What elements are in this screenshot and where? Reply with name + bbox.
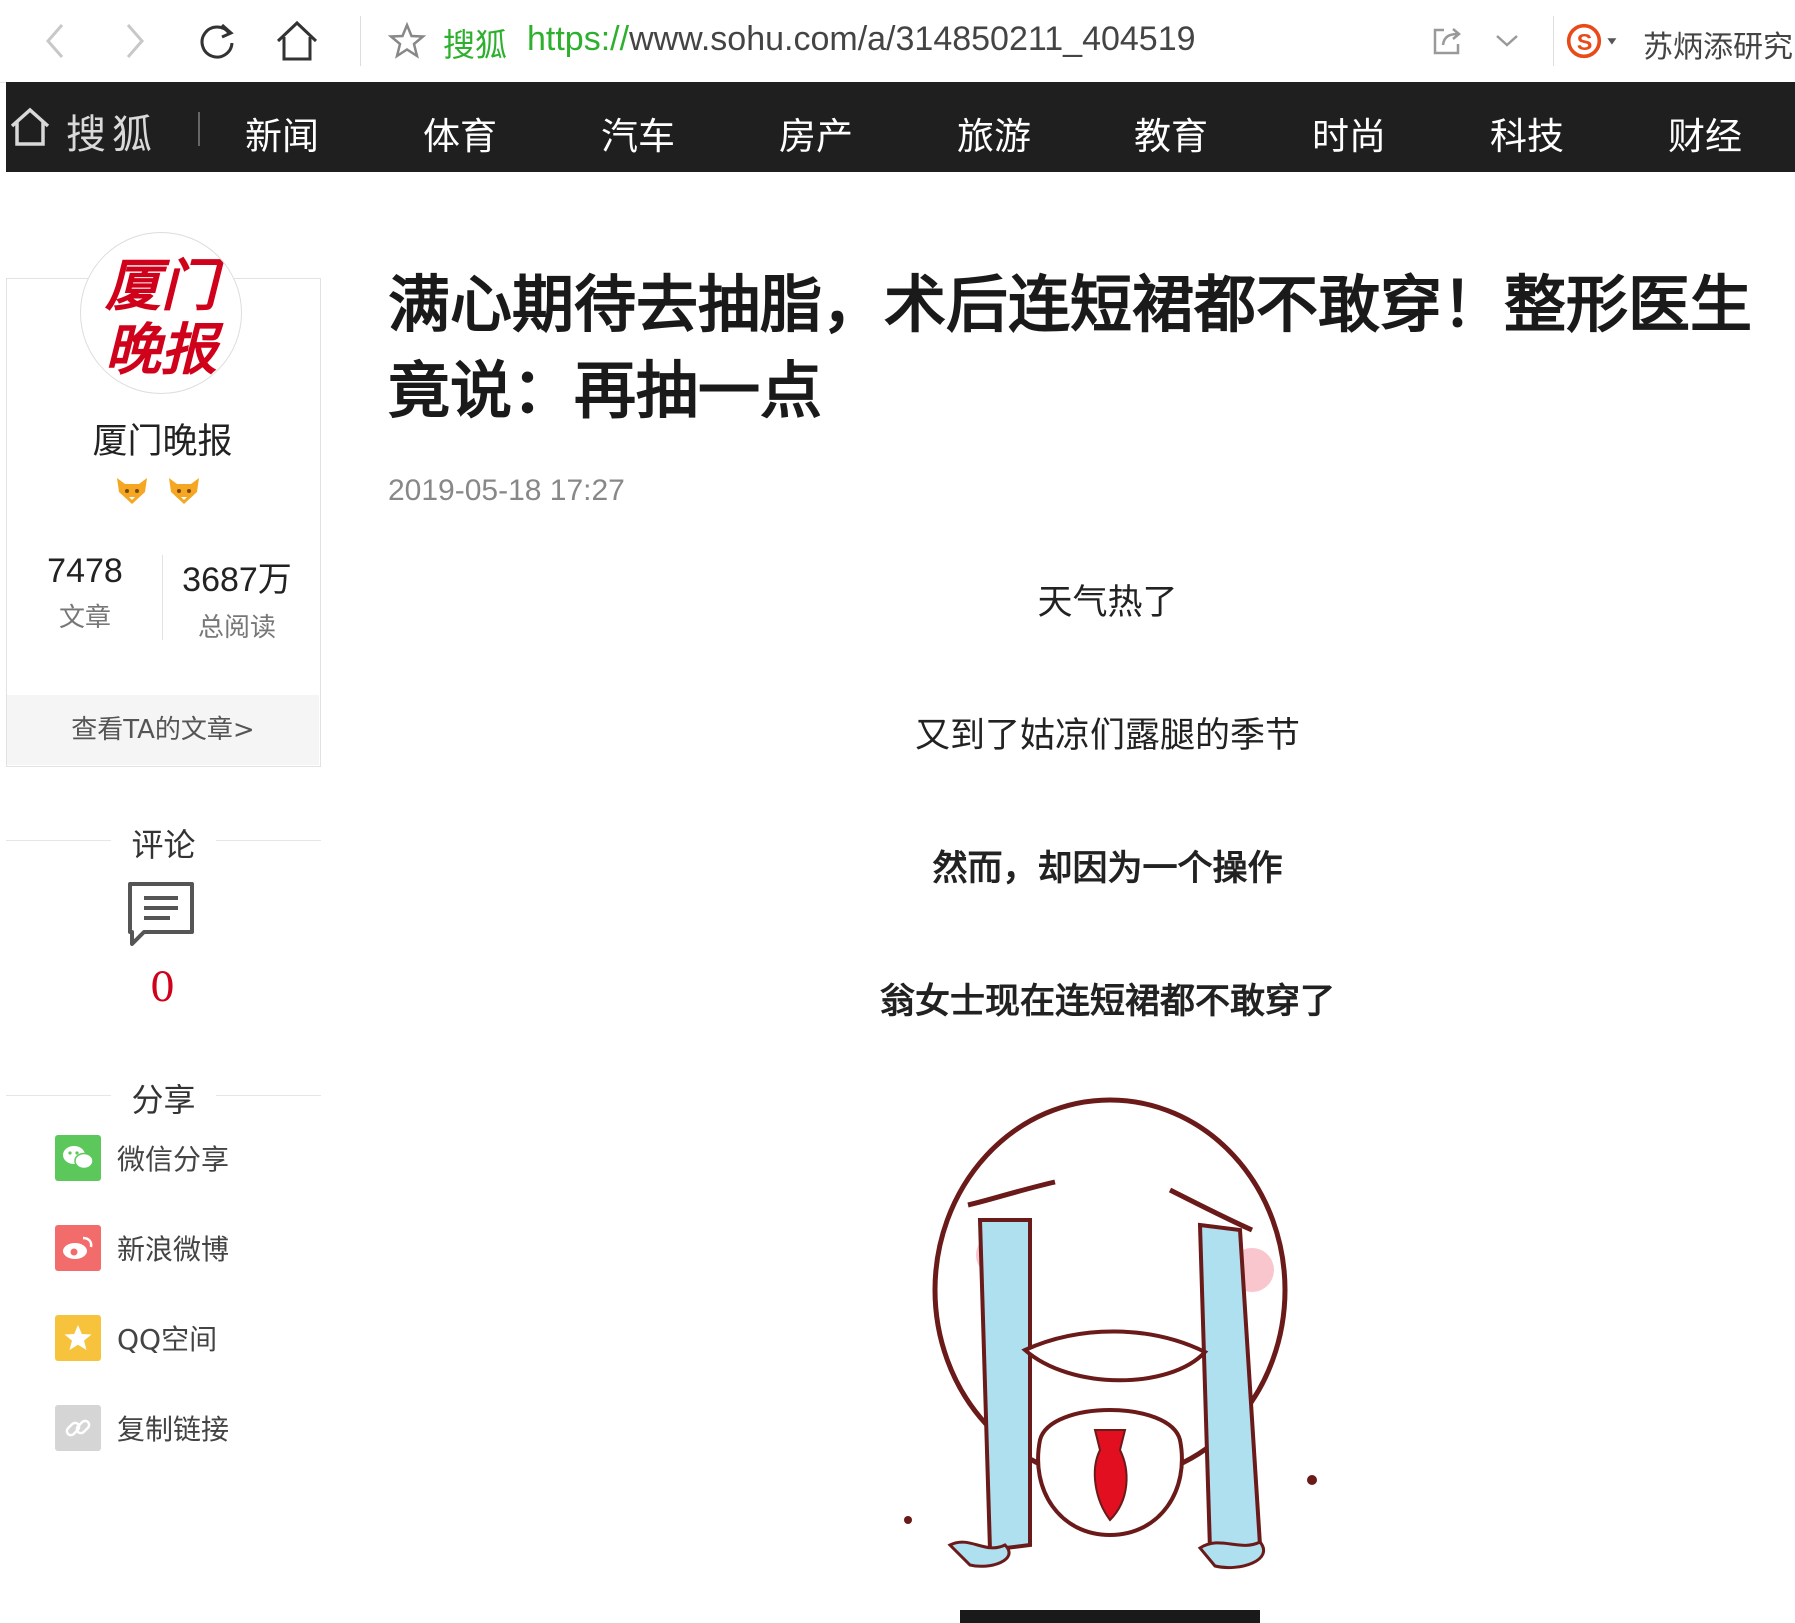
articles-stat: 7478 文章 xyxy=(10,552,160,634)
article-paragraph: 天气热了 xyxy=(1037,583,1178,623)
reload-button[interactable] xyxy=(190,14,244,68)
fox-badge-icon xyxy=(117,478,147,504)
qzone-icon xyxy=(55,1315,101,1361)
reload-icon xyxy=(200,23,234,59)
sogou-logo-icon: S xyxy=(1566,23,1617,59)
share-qzone[interactable]: QQ空间 xyxy=(55,1315,217,1361)
share-wechat[interactable]: 微信分享 xyxy=(55,1135,229,1181)
avatar-text-line1: 厦门 xyxy=(104,253,225,319)
toolbar-divider xyxy=(1553,16,1554,66)
share-icon xyxy=(1433,28,1461,55)
nav-item-sports[interactable]: 体育 xyxy=(423,106,497,160)
publish-time: 2019-05-18 17:27 xyxy=(388,474,625,507)
comments-heading-text: 评论 xyxy=(131,826,196,864)
share-page-button[interactable] xyxy=(1420,14,1474,68)
nav-item-travel[interactable]: 旅游 xyxy=(957,106,1031,160)
divider-line xyxy=(216,840,321,841)
bookmark-button[interactable] xyxy=(380,14,434,68)
address-bar[interactable]: https://www.sohu.com/a/314850211_404519 xyxy=(527,20,1196,59)
share-weibo[interactable]: 新浪微博 xyxy=(55,1225,229,1271)
star-icon xyxy=(387,21,427,59)
chevron-down-icon xyxy=(1496,35,1518,47)
comments-heading: 评论 xyxy=(6,820,321,864)
nav-item-education[interactable]: 教育 xyxy=(1134,106,1208,160)
site-nav-bar: 搜狐 新闻 体育 汽车 房产 旅游 教育 时尚 科技 财经 xyxy=(6,82,1795,172)
nav-item-fashion[interactable]: 时尚 xyxy=(1312,106,1386,160)
url-scheme: https:// xyxy=(527,20,630,58)
nav-item-finance[interactable]: 财经 xyxy=(1668,106,1742,160)
toolbar-divider xyxy=(360,16,361,66)
dropdown-button[interactable] xyxy=(1480,14,1534,68)
share-heading-text: 分享 xyxy=(131,1081,196,1119)
crying-cartoon-image xyxy=(904,1097,1317,1623)
nav-item-news[interactable]: 新闻 xyxy=(245,106,319,160)
view-articles-link[interactable]: 查看TA的文章> xyxy=(7,695,319,765)
articles-count: 7478 xyxy=(47,552,123,590)
article-paragraph: 翁女士现在连短裙都不敢穿了 xyxy=(879,982,1335,1022)
comment-count[interactable]: 0 xyxy=(0,965,325,1011)
share-label: 新浪微博 xyxy=(117,1233,230,1266)
svg-text:S: S xyxy=(1577,29,1593,55)
nav-divider xyxy=(198,112,200,146)
url-text: www.sohu.com/a/314850211_404519 xyxy=(629,20,1196,58)
article-paragraph: 然而，却因为一个操作 xyxy=(932,849,1283,889)
comment-icon[interactable] xyxy=(126,880,196,950)
divider-line xyxy=(216,1095,321,1096)
share-label: 微信分享 xyxy=(117,1143,230,1176)
home-icon xyxy=(276,20,318,61)
weibo-icon xyxy=(55,1225,101,1271)
avatar-text-line2: 晚报 xyxy=(105,317,224,383)
browser-toolbar: 搜狐 https://www.sohu.com/a/314850211_4045… xyxy=(0,0,1795,83)
sogou-ime-button[interactable]: S xyxy=(1566,14,1620,68)
fox-badge-icon xyxy=(169,478,199,504)
share-heading: 分享 xyxy=(6,1075,321,1119)
chevron-left-icon xyxy=(46,24,64,58)
site-logo[interactable]: 搜狐 xyxy=(66,102,158,160)
share-label: QQ空间 xyxy=(117,1323,218,1356)
reads-stat: 3687万 总阅读 xyxy=(162,552,312,644)
article-title: 满心期待去抽脂，术后连短裙都不敢穿！整形医生竟说：再抽一点 xyxy=(388,268,1753,427)
articles-label: 文章 xyxy=(58,603,111,633)
nav-item-realestate[interactable]: 房产 xyxy=(779,106,853,160)
link-icon xyxy=(55,1405,101,1451)
nav-item-tech[interactable]: 科技 xyxy=(1490,106,1564,160)
wechat-icon xyxy=(55,1135,101,1181)
share-label: 复制链接 xyxy=(117,1413,230,1446)
back-button[interactable] xyxy=(28,14,82,68)
author-name[interactable]: 厦门晚报 xyxy=(0,413,325,464)
reads-count: 3687万 xyxy=(182,561,292,599)
article-paragraph: 又到了姑凉们露腿的季节 xyxy=(914,716,1300,756)
share-copy-link[interactable]: 复制链接 xyxy=(55,1405,229,1451)
profile-name[interactable]: 苏炳添研究 xyxy=(1643,22,1793,66)
reads-label: 总阅读 xyxy=(197,613,276,643)
chevron-right-icon xyxy=(126,24,144,58)
author-badges xyxy=(115,476,201,506)
home-icon[interactable] xyxy=(8,106,52,148)
site-name: 搜狐 xyxy=(443,26,508,64)
forward-button[interactable] xyxy=(108,14,162,68)
avatar[interactable]: 厦门 晚报 xyxy=(80,232,242,394)
nav-item-auto[interactable]: 汽车 xyxy=(601,106,675,160)
home-button[interactable] xyxy=(270,14,324,68)
